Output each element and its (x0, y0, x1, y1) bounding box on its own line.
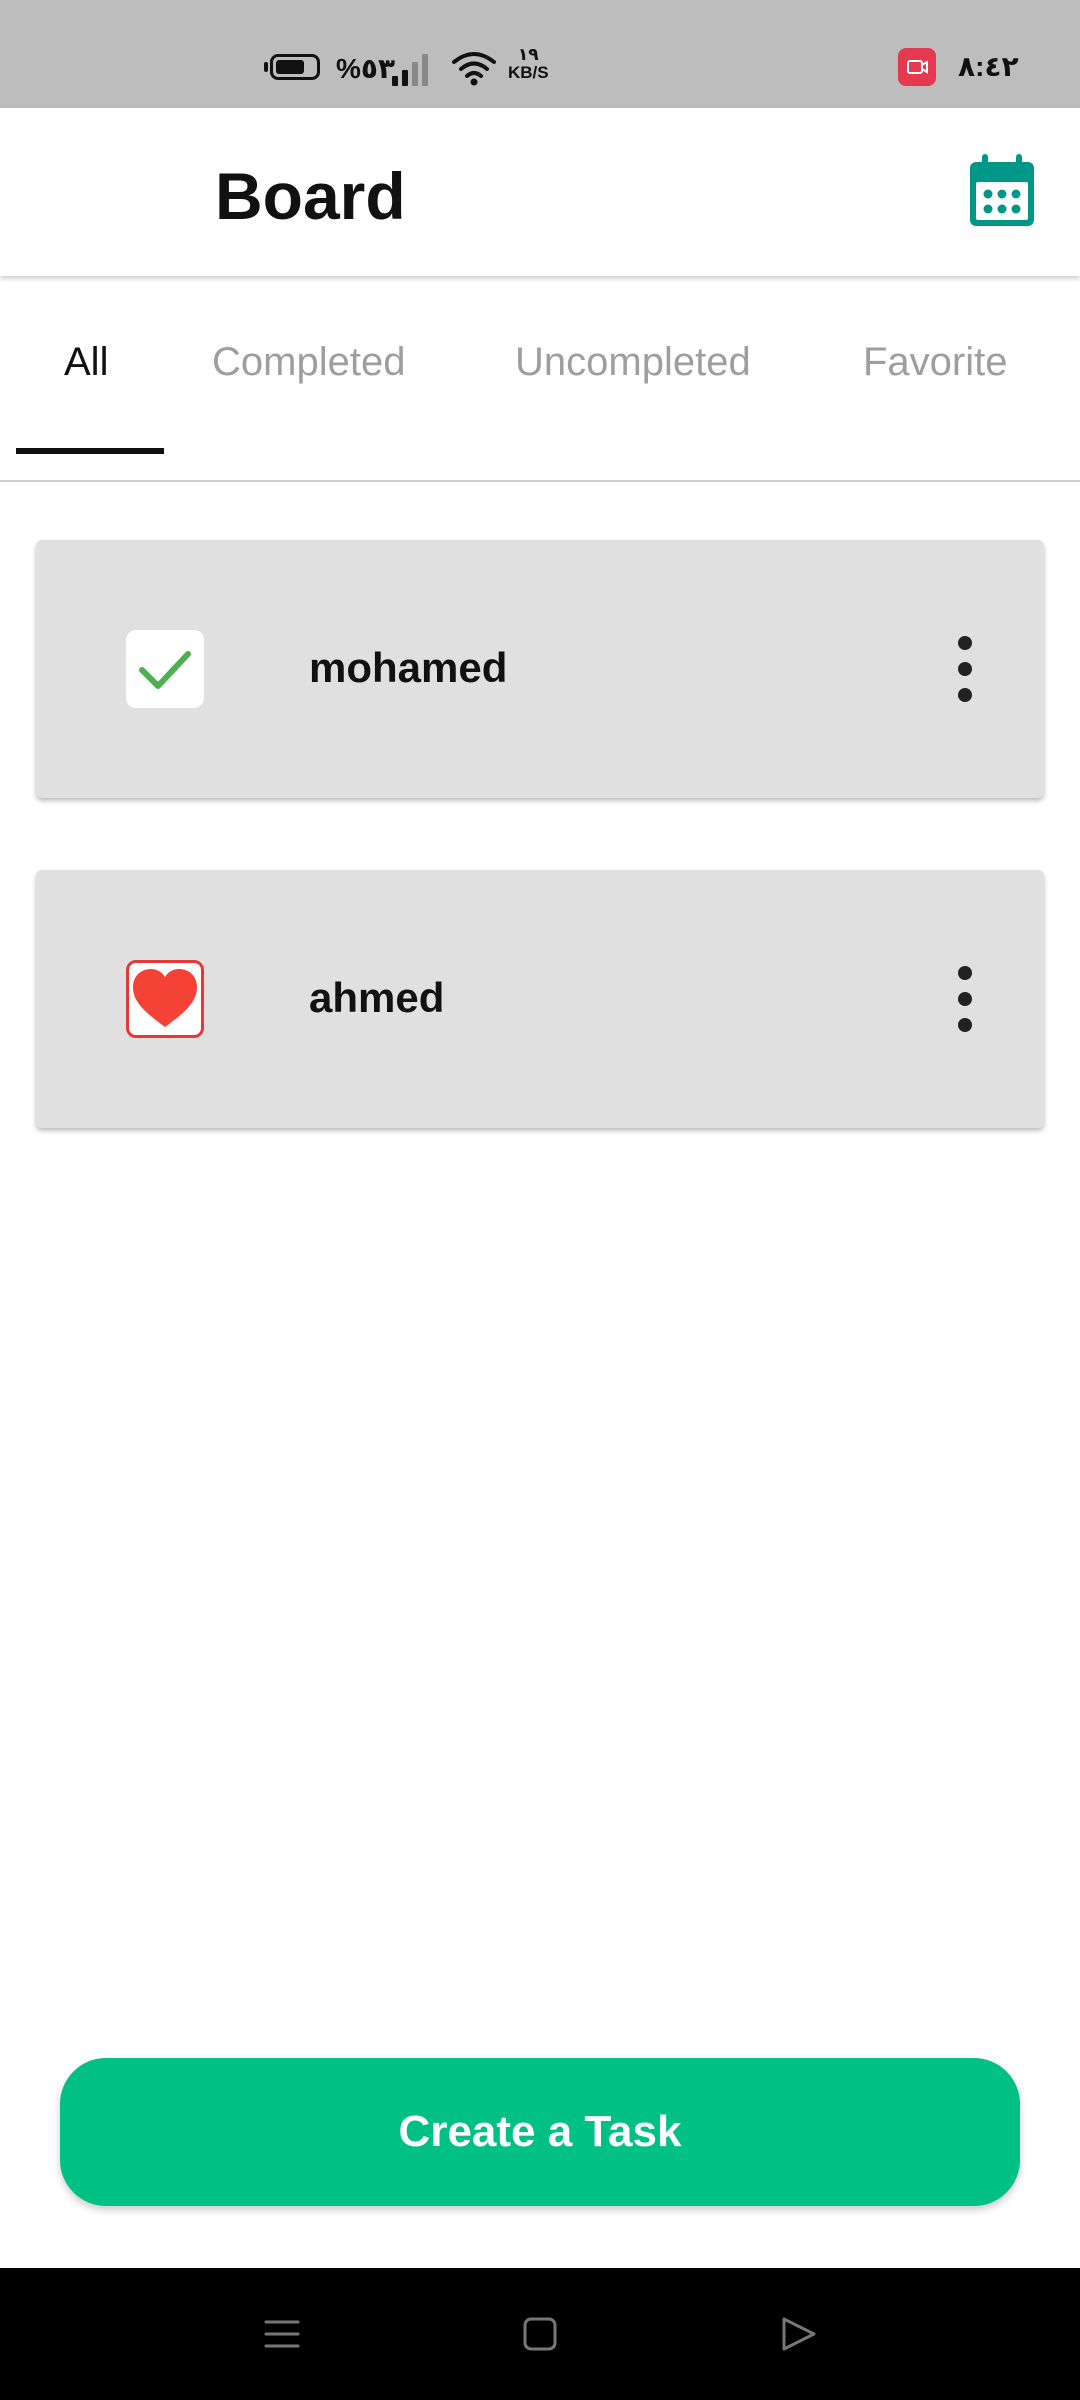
app-bar: Board (0, 108, 1080, 276)
system-nav-bar (0, 2268, 1080, 2400)
check-icon (139, 651, 191, 689)
tab-indicator (16, 448, 164, 454)
task-favorite-checkbox[interactable] (126, 960, 204, 1038)
wifi-icon (452, 50, 496, 86)
tab-bar: All Completed Uncompleted Favorite (0, 290, 1080, 482)
home-icon (523, 2317, 557, 2351)
task-card[interactable]: ahmed (36, 870, 1044, 1128)
signal-icon (392, 52, 432, 86)
more-options-button[interactable] (950, 636, 980, 702)
status-bar: %٥٣ ١٩ KB/S ٨:٤٢ (0, 0, 1080, 108)
battery-icon (264, 54, 328, 84)
menu-icon (264, 2320, 300, 2348)
back-icon (782, 2317, 816, 2351)
network-speed: ١٩ KB/S (508, 46, 549, 82)
battery-percentage: %٥٣ (336, 53, 396, 84)
menu-nav-button[interactable] (262, 2314, 302, 2354)
network-speed-unit: KB/S (508, 63, 549, 82)
heart-icon (133, 969, 197, 1027)
create-task-button[interactable]: Create a Task (60, 2058, 1020, 2206)
tab-uncompleted[interactable]: Uncompleted (515, 340, 751, 385)
calendar-button[interactable] (968, 152, 1036, 228)
page-title: Board (215, 159, 406, 233)
tab-all[interactable]: All (64, 340, 108, 385)
screen-record-icon (898, 48, 936, 86)
home-nav-button[interactable] (520, 2314, 560, 2354)
back-nav-button[interactable] (778, 2314, 818, 2354)
task-name: ahmed (309, 974, 445, 1021)
tab-completed[interactable]: Completed (212, 340, 405, 385)
clock: ٨:٤٢ (958, 51, 1019, 82)
task-card[interactable]: mohamed (36, 540, 1044, 798)
task-complete-checkbox[interactable] (126, 630, 204, 708)
calendar-icon (970, 154, 1034, 226)
more-options-button[interactable] (950, 966, 980, 1032)
tab-favorite[interactable]: Favorite (863, 340, 1008, 385)
task-name: mohamed (309, 644, 508, 691)
network-speed-value: ١٩ (517, 45, 539, 64)
